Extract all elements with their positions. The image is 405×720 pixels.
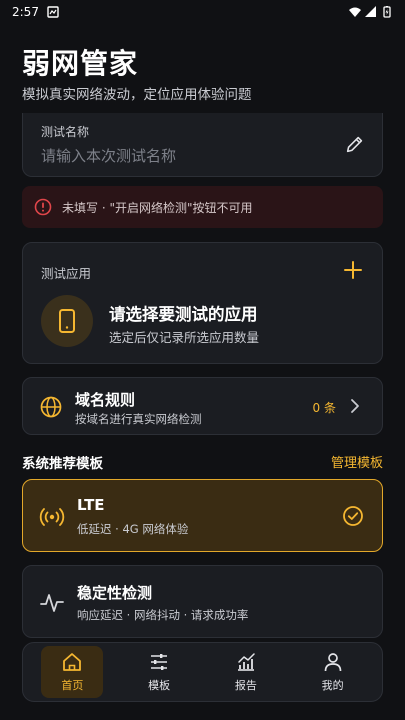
- test-name-card: 测试名称: [22, 113, 383, 177]
- template-card-lte[interactable]: LTE 低延迟 · 4G 网络体验: [22, 479, 383, 552]
- template-subtitle: 低延迟 · 4G 网络体验: [77, 522, 189, 536]
- nav-templates[interactable]: 模板: [128, 646, 190, 698]
- page-header: 弱网管家 模拟真实网络波动，定位应用体验问题: [22, 46, 252, 103]
- template-title: LTE: [77, 496, 105, 514]
- wifi-icon: [349, 7, 361, 17]
- nav-reports[interactable]: 报告: [215, 646, 277, 698]
- battery-icon: [383, 6, 391, 18]
- chart-icon: [237, 653, 255, 671]
- nav-profile[interactable]: 我的: [302, 646, 364, 698]
- domain-rules-title: 域名规则: [75, 391, 136, 409]
- warning-text: 未填写 · "开启网络检测"按钮不可用: [62, 200, 253, 215]
- domain-rules-card[interactable]: 域名规则 按域名进行真实网络检测 0 条: [22, 377, 383, 435]
- template-card-stability[interactable]: 稳定性检测 响应延迟 · 网络抖动 · 请求成功率: [22, 565, 383, 638]
- warning-banner: 未填写 · "开启网络检测"按钮不可用: [22, 186, 383, 228]
- home-icon: [63, 653, 82, 671]
- activity-icon: [40, 594, 64, 612]
- test-name-input[interactable]: [41, 145, 331, 167]
- bottom-nav: 首页 模板 报告 我的: [22, 642, 383, 702]
- add-app-icon[interactable]: [344, 261, 362, 279]
- templates-section-title: 系统推荐模板: [22, 456, 103, 472]
- select-app-subtitle: 选定后仅记录所选应用数量: [109, 330, 260, 345]
- status-bar: 2:57: [0, 0, 405, 24]
- domain-rules-subtitle: 按域名进行真实网络检测: [75, 412, 202, 426]
- check-circle-icon: [343, 506, 363, 526]
- test-name-label: 测试名称: [41, 125, 90, 139]
- signal-icon: [365, 6, 376, 17]
- globe-icon: [40, 396, 62, 418]
- test-app-label: 测试应用: [41, 266, 92, 281]
- nav-profile-label: 我的: [321, 679, 344, 692]
- person-icon: [324, 653, 341, 672]
- notification-icon: [47, 6, 59, 18]
- smartphone-icon: [59, 309, 75, 333]
- alert-circle-icon: [34, 198, 52, 216]
- chevron-right-icon: [351, 399, 359, 413]
- sliders-icon: [151, 654, 168, 670]
- test-app-card[interactable]: 测试应用 请选择要测试的应用 选定后仅记录所选应用数量: [22, 242, 383, 364]
- domain-rules-count: 0 条: [312, 401, 336, 415]
- pencil-icon[interactable]: [344, 133, 366, 155]
- status-time: 2:57: [12, 5, 39, 19]
- nav-reports-label: 报告: [234, 679, 257, 692]
- template-title: 稳定性检测: [77, 584, 153, 602]
- broadcast-icon: [39, 508, 65, 526]
- nav-home[interactable]: 首页: [41, 646, 104, 698]
- nav-home-label: 首页: [61, 679, 84, 692]
- nav-templates-label: 模板: [148, 679, 171, 692]
- app-placeholder-avatar: [41, 295, 93, 347]
- select-app-title: 请选择要测试的应用: [109, 305, 258, 324]
- template-subtitle: 响应延迟 · 网络抖动 · 请求成功率: [77, 608, 249, 622]
- manage-templates-link[interactable]: 管理模板: [331, 452, 383, 471]
- app-title: 弱网管家: [22, 47, 139, 80]
- app-subtitle: 模拟真实网络波动，定位应用体验问题: [22, 87, 252, 103]
